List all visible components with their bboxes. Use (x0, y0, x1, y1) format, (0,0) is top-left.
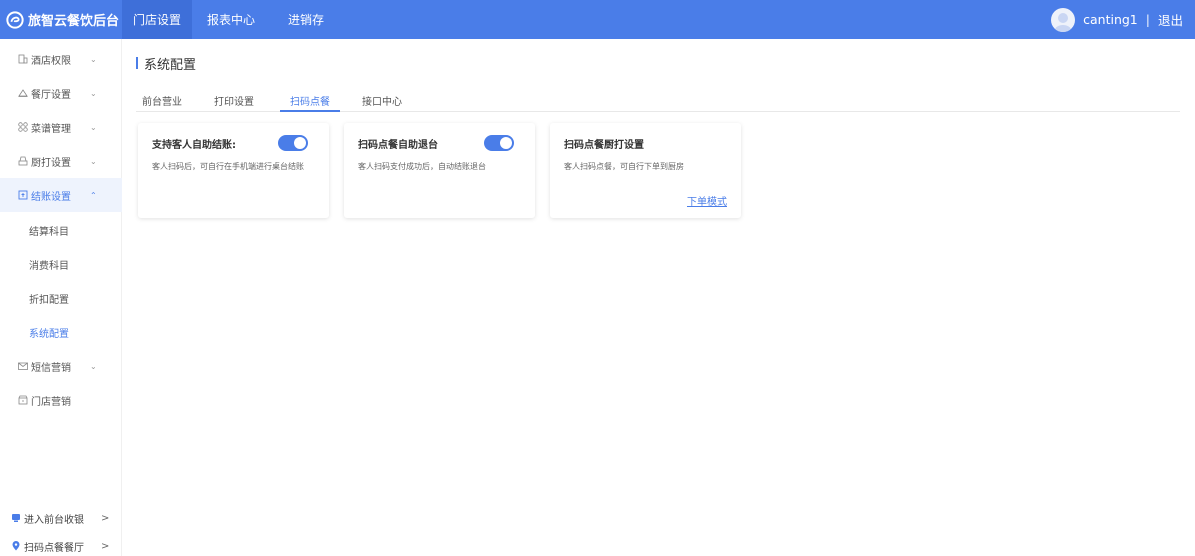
brand-name: 旅智云餐饮后台 (28, 14, 120, 29)
tab-scan-order[interactable]: 扫码点餐 (280, 90, 340, 112)
title-accent-bar (136, 57, 138, 69)
bottom-link-scan-order[interactable]: 扫码点餐餐厅 > (0, 536, 122, 556)
bottom-link-label: 扫码点餐餐厅 (24, 542, 84, 554)
card-title: 支持客人自助结账: (152, 140, 236, 151)
username: canting1 (1083, 12, 1138, 27)
card-self-checkout: 支持客人自助结账: 客人扫码后，可自行在手机端进行桌台结账 (138, 123, 329, 218)
sidebar-subitem-system-config[interactable]: 系统配置 (0, 317, 122, 347)
sidebar-item-label: 结账设置 (31, 191, 71, 203)
home-icon (17, 88, 28, 99)
chevron-up-icon: ⌃ (90, 190, 97, 200)
separator: | (1145, 12, 1150, 27)
brand[interactable]: 旅智云餐饮后台 (0, 0, 122, 39)
printer-icon (17, 156, 28, 167)
sidebar-item-label: 短信营销 (31, 362, 71, 374)
card-description: 客人扫码支付成功后，自动结账退台 (358, 162, 486, 171)
sidebar-item-label: 门店营销 (31, 396, 71, 408)
chevron-down-icon: ⌄ (90, 156, 97, 166)
chevron-right-icon: > (101, 512, 110, 524)
logo-icon (6, 10, 24, 29)
chevron-down-icon: ⌄ (90, 54, 97, 64)
logout-link[interactable]: 退出 (1158, 10, 1183, 29)
tab-interface-center[interactable]: 接口中心 (356, 90, 408, 112)
sidebar-item-hotel-permissions[interactable]: 酒店权限 ⌄ (0, 42, 122, 76)
topnav-store-settings[interactable]: 门店设置 (122, 0, 192, 39)
building-icon (17, 54, 28, 65)
sidebar-subitem-discount[interactable]: 折扣配置 (0, 283, 122, 313)
sidebar-item-label: 厨打设置 (31, 157, 71, 169)
chevron-down-icon: ⌄ (90, 122, 97, 132)
order-mode-link[interactable]: 下单模式 (687, 193, 727, 208)
card-title: 扫码点餐自助退台 (358, 140, 438, 151)
card-description: 客人扫码点餐，可自行下单到厨房 (564, 162, 684, 171)
card-kitchen-print-settings: 扫码点餐厨打设置 客人扫码点餐，可自行下单到厨房 下单模式 (550, 123, 741, 218)
bottom-link-label: 进入前台收银 (24, 514, 84, 526)
store-icon (17, 395, 28, 406)
user-area: canting1 | 退出 (1051, 0, 1183, 39)
top-bar: 旅智云餐饮后台 门店设置 报表中心 进销存 canting1 | 退出 (0, 0, 1195, 39)
self-leave-table-toggle[interactable] (484, 135, 514, 151)
sidebar-item-label: 酒店权限 (31, 55, 71, 67)
top-nav: 门店设置 报表中心 进销存 (122, 0, 342, 39)
page-title: 系统配置 (136, 55, 197, 73)
toggle-knob (500, 137, 512, 149)
avatar[interactable] (1051, 7, 1076, 32)
sidebar-item-checkout-settings[interactable]: 结账设置 ⌃ (0, 178, 122, 212)
toggle-knob (294, 137, 306, 149)
chevron-down-icon: ⌄ (90, 361, 97, 371)
checkout-icon (17, 190, 28, 201)
sidebar-item-store-marketing[interactable]: 门店营销 (0, 383, 122, 417)
main-content: 系统配置 前台营业 打印设置 扫码点餐 接口中心 支持客人自助结账: 客人扫码后… (122, 39, 1195, 556)
card-self-leave-table: 扫码点餐自助退台 客人扫码支付成功后，自动结账退台 (344, 123, 535, 218)
chevron-down-icon: ⌄ (90, 88, 97, 98)
sidebar-item-restaurant-settings[interactable]: 餐厅设置 ⌄ (0, 76, 122, 110)
mail-icon (17, 361, 28, 372)
bottom-link-front-cashier[interactable]: 进入前台收银 > (0, 508, 122, 528)
chevron-right-icon: > (101, 540, 110, 552)
topnav-inventory[interactable]: 进销存 (270, 0, 342, 39)
sidebar: 酒店权限 ⌄ 餐厅设置 ⌄ 菜谱管理 ⌄ 厨打设置 ⌄ 结账设置 ⌃ 结算科目 … (0, 39, 122, 556)
sidebar-item-label: 餐厅设置 (31, 89, 71, 101)
tab-front-business[interactable]: 前台营业 (136, 90, 188, 112)
tab-bar: 前台营业 打印设置 扫码点餐 接口中心 (136, 90, 1180, 112)
sidebar-item-menu-management[interactable]: 菜谱管理 ⌄ (0, 110, 122, 144)
location-pin-icon (11, 541, 21, 551)
tab-print-settings[interactable]: 打印设置 (208, 90, 260, 112)
self-checkout-toggle[interactable] (278, 135, 308, 151)
grid-icon (17, 122, 28, 133)
topnav-report-center[interactable]: 报表中心 (192, 0, 270, 39)
sidebar-item-label: 菜谱管理 (31, 123, 71, 135)
user-icon (1055, 12, 1072, 32)
sidebar-item-sms-marketing[interactable]: 短信营销 ⌄ (0, 349, 122, 383)
page-title-text: 系统配置 (144, 57, 197, 73)
card-description: 客人扫码后，可自行在手机端进行桌台结账 (152, 162, 304, 171)
sidebar-subitem-settlement[interactable]: 结算科目 (0, 215, 122, 245)
sidebar-subitem-consumption[interactable]: 消费科目 (0, 249, 122, 279)
sidebar-item-kitchen-print[interactable]: 厨打设置 ⌄ (0, 144, 122, 178)
monitor-icon (11, 513, 21, 523)
card-title: 扫码点餐厨打设置 (564, 140, 644, 151)
